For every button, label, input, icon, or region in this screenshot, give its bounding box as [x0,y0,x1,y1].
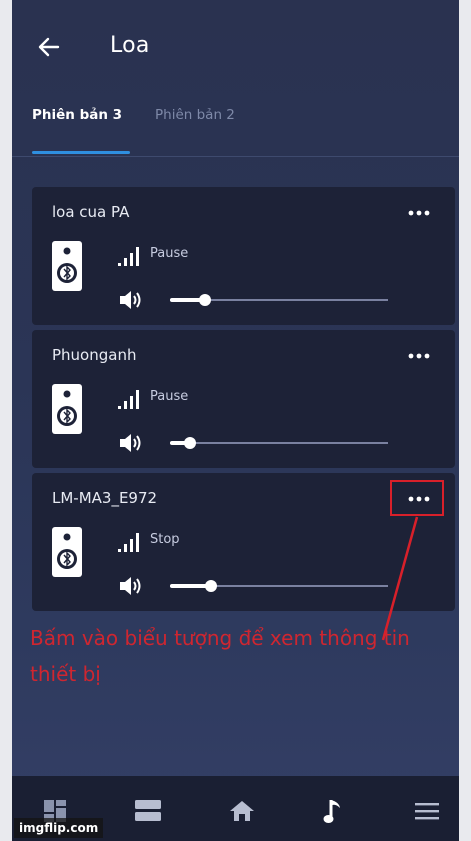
volume-slider[interactable] [170,580,388,594]
volume-slider-track [170,442,388,444]
signal-strength-icon [118,247,144,271]
playback-status: Pause [150,246,189,261]
bluetooth-speaker-icon [52,241,82,295]
device-card[interactable]: Phuonganh Pause [32,330,455,468]
home-icon[interactable] [228,798,268,826]
more-options-button[interactable] [402,201,436,225]
device-card[interactable]: loa cua PA Pause [32,187,455,325]
volume-slider[interactable] [170,294,388,308]
menu-icon[interactable] [414,798,454,826]
playback-status: Pause [150,389,189,404]
back-arrow-icon[interactable] [36,34,62,60]
more-options-button[interactable] [402,344,436,368]
bluetooth-speaker-icon [52,384,82,438]
active-tab-indicator [32,151,130,154]
version-tabs: Phiên bản 3 Phiên bản 2 [12,98,459,158]
device-name: LM-MA3_E972 [52,489,158,507]
bluetooth-speaker-icon [52,527,82,581]
music-note-icon[interactable] [322,798,362,826]
signal-strength-icon [118,533,144,557]
tab-divider [12,156,459,157]
page-title: Loa [110,33,150,58]
volume-icon [118,288,144,316]
list-icon[interactable] [134,798,174,826]
volume-icon [118,574,144,602]
signal-strength-icon [118,390,144,414]
volume-slider[interactable] [170,437,388,451]
device-name: Phuonganh [52,346,137,364]
tab-phien-ban-2[interactable]: Phiên bản 2 [155,107,235,123]
app-screen: Loa Phiên bản 3 Phiên bản 2 loa cua PA P… [12,0,459,841]
volume-icon [118,431,144,459]
device-name: loa cua PA [52,203,130,221]
highlight-box [390,480,444,516]
volume-slider-thumb[interactable] [184,437,196,449]
top-bar: Loa [12,0,459,96]
tab-phien-ban-3[interactable]: Phiên bản 3 [32,107,122,123]
annotation-text: Bấm vào biểu tượng để xem thông tin thiế… [30,626,410,686]
playback-status: Stop [150,532,180,547]
watermark: imgflip.com [14,818,104,838]
volume-slider-thumb[interactable] [205,580,217,592]
volume-slider-thumb[interactable] [199,294,211,306]
